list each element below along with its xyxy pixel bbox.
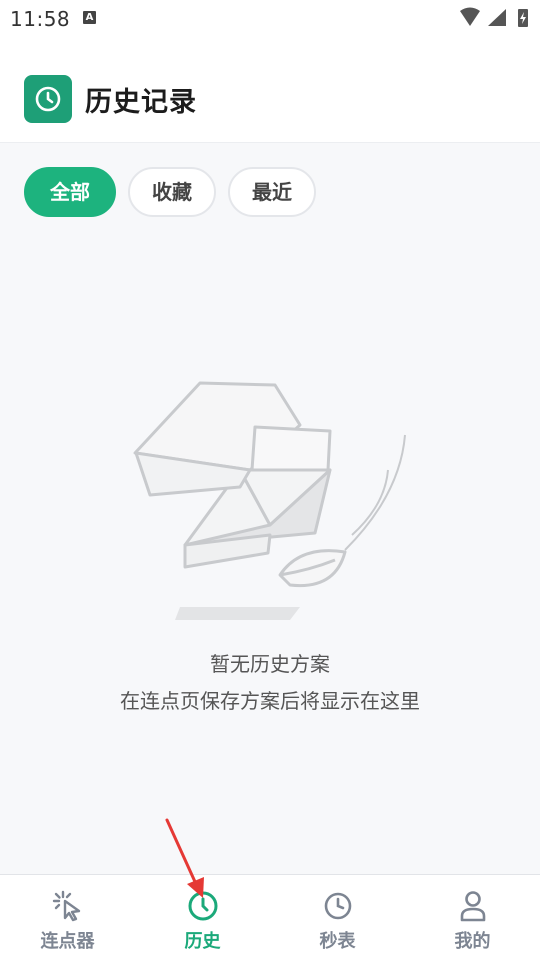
nav-label-stopwatch: 秒表 <box>319 931 356 952</box>
nav-label-history: 历史 <box>184 931 221 952</box>
nav-item-history[interactable]: 历史 <box>135 875 270 961</box>
status-time: 11:58 <box>10 7 71 31</box>
nav-item-clicker[interactable]: 连点器 <box>0 875 135 961</box>
stopwatch-icon <box>324 892 351 920</box>
filter-chip-recent[interactable]: 最近 <box>228 167 316 217</box>
bottom-nav: 连点器 历史 秒表 我的 <box>0 874 540 961</box>
nav-item-stopwatch[interactable]: 秒表 <box>270 875 405 961</box>
page-title: 历史记录 <box>85 87 197 118</box>
app-header: 历史记录 <box>0 36 540 143</box>
empty-subtitle: 在连点页保存方案后将显示在这里 <box>120 689 420 713</box>
clock-icon <box>188 891 217 921</box>
cursor-click-icon <box>52 890 80 922</box>
status-bar: 11:58 A <box>0 0 540 36</box>
nav-item-profile[interactable]: 我的 <box>405 875 540 961</box>
notification-badge: A <box>83 11 96 24</box>
nav-label-profile: 我的 <box>454 931 491 952</box>
signal-icon <box>488 9 506 26</box>
filter-chip-all[interactable]: 全部 <box>24 167 116 217</box>
clock-icon <box>24 75 72 123</box>
nav-label-clicker: 连点器 <box>40 931 95 952</box>
filter-chips: 全部 收藏 最近 <box>24 167 316 217</box>
status-icons <box>460 7 528 27</box>
wifi-icon <box>460 7 480 26</box>
user-icon <box>460 891 485 922</box>
empty-box-illustration <box>133 381 406 620</box>
filter-chip-favorites[interactable]: 收藏 <box>128 167 216 217</box>
empty-title: 暂无历史方案 <box>210 652 330 676</box>
